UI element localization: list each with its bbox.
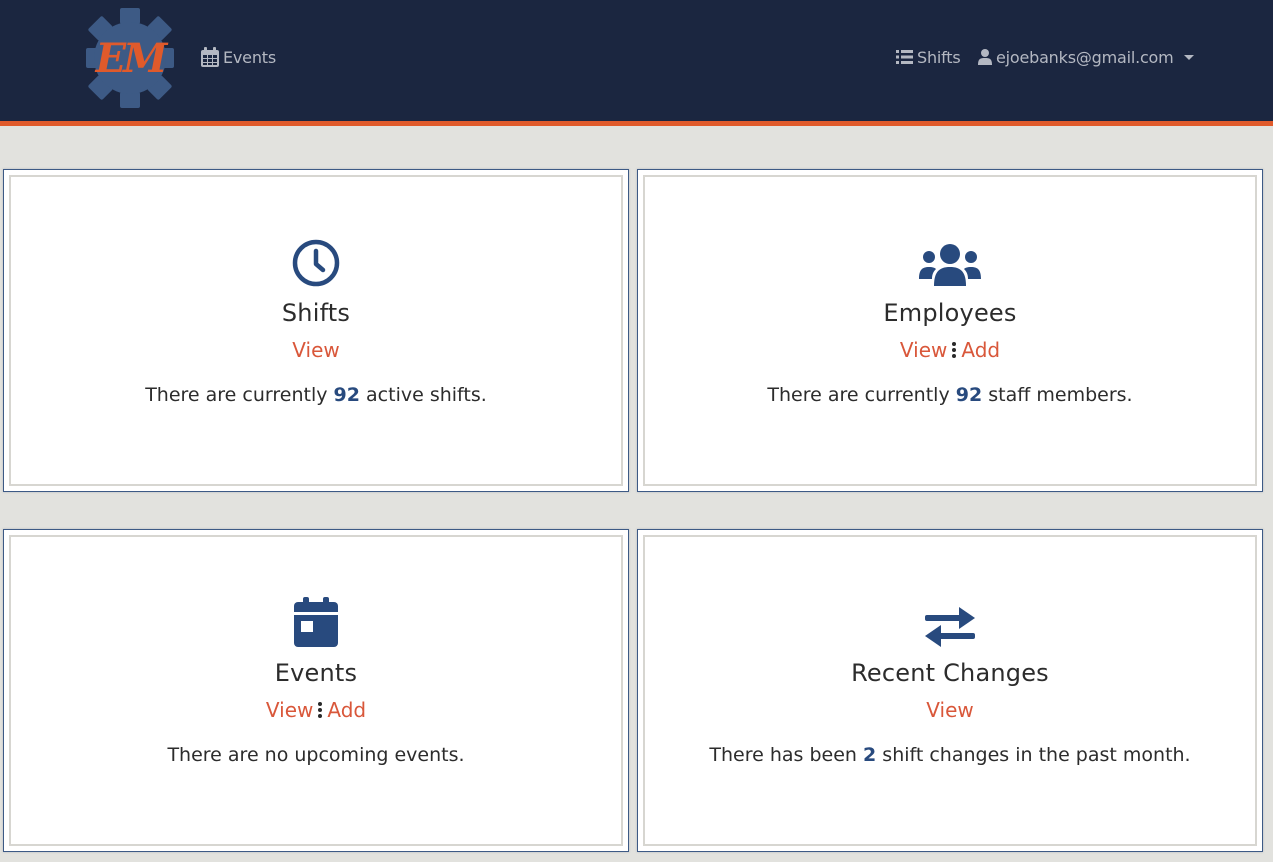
recent-changes-card: Recent Changes View There has been 2 shi… bbox=[637, 529, 1263, 852]
shifts-card: Shifts View There are currently 92 activ… bbox=[3, 169, 629, 492]
card-description: There are no upcoming events. bbox=[167, 744, 465, 766]
card-title: Recent Changes bbox=[851, 659, 1049, 687]
shift-changes-count: 2 bbox=[863, 744, 877, 766]
navbar-accent-stripe bbox=[0, 121, 1273, 126]
events-view-link[interactable]: View bbox=[266, 698, 313, 722]
events-add-link[interactable]: Add bbox=[327, 698, 366, 722]
calendar-icon bbox=[201, 47, 219, 67]
list-icon bbox=[896, 50, 913, 64]
clock-icon bbox=[292, 239, 340, 287]
shifts-view-link[interactable]: View bbox=[292, 338, 339, 362]
card-title: Events bbox=[274, 659, 358, 687]
top-navbar: EM Events Shifts ejoebanks@gmail.com bbox=[0, 0, 1273, 121]
separator-dots-icon bbox=[952, 342, 957, 358]
brand-logo[interactable]: EM bbox=[84, 6, 176, 110]
brand-initials: EM bbox=[95, 35, 169, 82]
nav-shifts-link[interactable]: Shifts bbox=[896, 46, 961, 68]
employees-card: Employees View Add There are currently 9… bbox=[637, 169, 1263, 492]
card-description: There are currently 92 active shifts. bbox=[145, 384, 487, 406]
employees-add-link[interactable]: Add bbox=[961, 338, 1000, 362]
user-menu-dropdown[interactable]: ejoebanks@gmail.com bbox=[978, 46, 1194, 68]
calendar-icon bbox=[294, 597, 338, 647]
card-description: There has been 2 shift changes in the pa… bbox=[709, 744, 1191, 766]
recent-changes-view-link[interactable]: View bbox=[926, 698, 973, 722]
card-title: Shifts bbox=[281, 299, 351, 327]
card-description: There are currently 92 staff members. bbox=[767, 384, 1133, 406]
users-icon bbox=[919, 244, 981, 286]
active-shifts-count: 92 bbox=[333, 384, 360, 406]
events-card: Events View Add There are no upcoming ev… bbox=[3, 529, 629, 852]
nav-shifts-label: Shifts bbox=[917, 47, 961, 67]
chevron-down-icon bbox=[1183, 54, 1194, 60]
nav-events-link[interactable]: Events bbox=[201, 46, 276, 68]
card-title: Employees bbox=[883, 299, 1017, 327]
gear-logo-icon: EM bbox=[86, 8, 174, 108]
employees-view-link[interactable]: View bbox=[900, 338, 947, 362]
user-icon bbox=[978, 49, 992, 65]
separator-dots-icon bbox=[318, 702, 323, 718]
staff-count: 92 bbox=[955, 384, 983, 406]
user-email: ejoebanks@gmail.com bbox=[996, 47, 1174, 67]
nav-events-label: Events bbox=[223, 47, 276, 67]
exchange-arrows-icon bbox=[925, 607, 975, 647]
